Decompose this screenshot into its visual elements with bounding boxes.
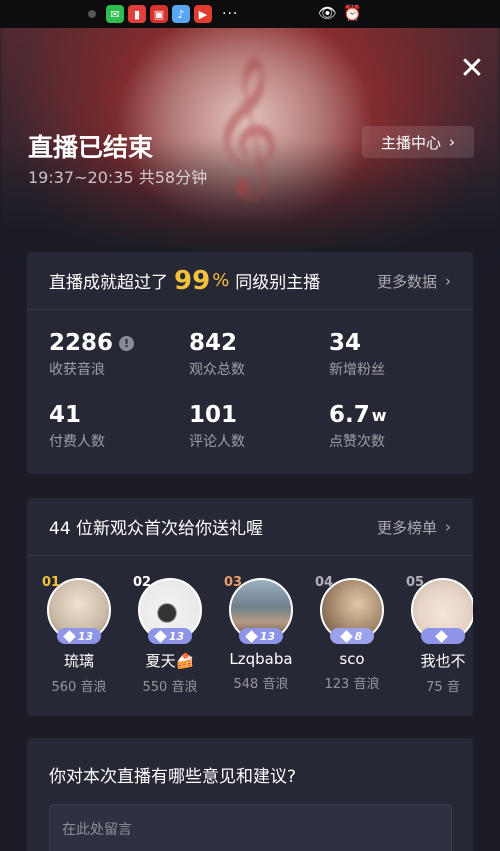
level-number: 13 <box>168 629 185 643</box>
wechat-icon: ✉ <box>106 5 124 23</box>
page-title: 直播已结束 <box>28 133 154 162</box>
alarm-icon: ⏰ <box>343 4 362 22</box>
gifts-title: 44 位新观众首次给你送礼喔 <box>49 519 264 539</box>
stat-commenters: 101 评论人数 <box>189 402 329 451</box>
gifter-score: 550 音浪 <box>142 680 198 695</box>
level-number: 8 <box>354 629 363 643</box>
rank-number: 03 <box>224 575 243 590</box>
stats-card: 直播成就超过了 99 % 同级别主播 更多数据 › 2286 ! 收获音浪 84… <box>27 252 473 474</box>
gifter-name: Lzqbaba <box>229 650 293 668</box>
gifter-score: 75 音 <box>426 680 460 695</box>
gifter-name: sco <box>339 650 365 668</box>
diamond-icon <box>153 629 167 643</box>
rank-number: 02 <box>133 575 152 590</box>
gifter-name: 夏天🍰 <box>145 652 195 670</box>
notification-icon <box>88 10 96 18</box>
diamond-icon <box>62 629 76 643</box>
gifts-card: 44 位新观众首次给你送礼喔 更多榜单 › 01 13 琉璃 560 音浪 02… <box>27 498 473 716</box>
gifts-header: 44 位新观众首次给你送礼喔 更多榜单 › <box>27 498 473 556</box>
gifter-item[interactable]: 04 8 sco 123 音浪 <box>312 575 392 692</box>
live-time-range: 19:37~20:35 共58分钟 <box>28 168 208 187</box>
stat-value: 41 <box>49 402 82 428</box>
stat-value: 34 <box>329 330 362 356</box>
achievement-suffix: 同级别主播 <box>235 273 321 293</box>
stat-label: 收获音浪 <box>49 362 105 378</box>
rank-number: 05 <box>406 575 425 590</box>
achievement-prefix: 直播成就超过了 <box>49 273 168 293</box>
stat-value: 6.7 <box>329 402 370 428</box>
stat-audio-waves: 2286 ! 收获音浪 <box>49 330 189 379</box>
stat-unit: w <box>371 405 387 425</box>
gifter-score: 548 音浪 <box>233 677 289 692</box>
music-icon: ♪ <box>172 5 190 23</box>
gifter-item[interactable]: 05 我也不 75 音 <box>403 575 473 695</box>
gifter-score: 123 音浪 <box>324 677 380 692</box>
feedback-title: 你对本次直播有哪些意见和建议? <box>49 767 297 787</box>
stat-label: 评论人数 <box>189 434 245 450</box>
stat-label: 观众总数 <box>189 362 245 378</box>
gifter-name: 琉璃 <box>63 652 94 670</box>
level-badge: 8 <box>330 628 374 644</box>
eye-icon: 👁 <box>318 4 338 22</box>
level-number: 13 <box>259 629 276 643</box>
gifter-score: 560 音浪 <box>51 680 107 695</box>
video-icon: ▶ <box>194 5 212 23</box>
stat-value: 101 <box>189 402 238 428</box>
diamond-icon <box>244 629 258 643</box>
news-icon: ▣ <box>150 5 168 23</box>
more-data-link[interactable]: 更多数据 › <box>377 252 451 310</box>
stats-grid: 2286 ! 收获音浪 842 观众总数 34 新增粉丝 41 付费人数 101… <box>27 310 473 474</box>
feedback-card: 你对本次直播有哪些意见和建议? 在此处留言 <box>27 738 473 851</box>
gifter-item[interactable]: 03 13 Lzqbaba 548 音浪 <box>221 575 301 692</box>
diamond-icon <box>434 629 448 643</box>
stat-label: 点赞次数 <box>329 434 385 450</box>
stat-value: 2286 <box>49 330 114 356</box>
gifter-name: 我也不 <box>420 652 466 670</box>
info-icon[interactable]: ! <box>119 335 135 351</box>
status-bar: ✉ ▮ ▣ ♪ ▶ ··· 👁 ⏰ <box>0 0 500 28</box>
more-rankings-label: 更多榜单 <box>376 518 437 537</box>
stat-paying-users: 41 付费人数 <box>49 402 189 451</box>
achievement-percent-sign: % <box>212 270 230 291</box>
gifter-item[interactable]: 01 13 琉璃 560 音浪 <box>39 575 119 695</box>
close-button[interactable]: ✕ <box>455 52 489 86</box>
chevron-right-icon: › <box>445 272 451 290</box>
treble-clef-image: 𝄞 <box>209 55 281 194</box>
gifter-item[interactable]: 02 13 夏天🍰 550 音浪 <box>130 575 210 695</box>
stat-label: 付费人数 <box>49 434 105 450</box>
level-number: 13 <box>77 629 94 643</box>
host-center-label: 主播中心 <box>380 133 441 152</box>
more-data-label: 更多数据 <box>376 272 437 291</box>
stat-new-followers: 34 新增粉丝 <box>329 330 469 379</box>
level-badge <box>421 628 465 644</box>
stat-label: 新增粉丝 <box>329 362 385 378</box>
more-rankings-link[interactable]: 更多榜单 › <box>377 498 451 556</box>
comment-input[interactable]: 在此处留言 <box>49 804 452 851</box>
achievement-header: 直播成就超过了 99 % 同级别主播 更多数据 › <box>27 252 473 310</box>
level-badge: 13 <box>239 628 283 644</box>
chevron-right-icon: › <box>449 133 455 151</box>
rank-number: 04 <box>315 575 334 590</box>
host-center-button[interactable]: 主播中心 › <box>362 126 474 158</box>
more-notifications: ··· <box>222 6 239 22</box>
level-badge: 13 <box>57 628 101 644</box>
stat-likes: 6.7 w 点赞次数 <box>329 402 469 451</box>
achievement-percent: 99 <box>174 265 211 296</box>
chevron-right-icon: › <box>445 518 451 536</box>
stat-total-viewers: 842 观众总数 <box>189 330 329 379</box>
book-icon: ▮ <box>128 5 146 23</box>
level-badge: 13 <box>148 628 192 644</box>
rank-number: 01 <box>42 575 61 590</box>
diamond-icon <box>339 629 353 643</box>
stat-value: 842 <box>189 330 238 356</box>
